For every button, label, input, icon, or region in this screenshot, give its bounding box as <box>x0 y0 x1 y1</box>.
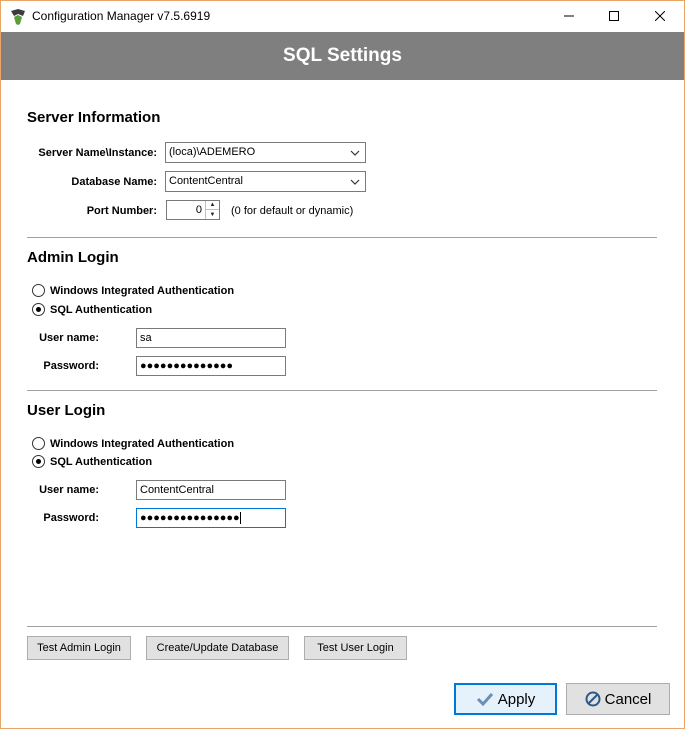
user-login-heading: User Login <box>27 402 106 419</box>
user-sql-auth-label: SQL Authentication <box>50 455 153 468</box>
section-divider <box>27 237 657 238</box>
title-bar[interactable]: Configuration Manager v7.5.6919 <box>1 1 684 32</box>
admin-username-label: User name: <box>39 332 99 344</box>
apply-button[interactable]: Apply <box>454 683 557 715</box>
port-number-value: 0 <box>195 204 202 216</box>
admin-password-label: Password: <box>43 360 99 372</box>
database-name-value: ContentCentral <box>169 175 243 187</box>
radio-circle-selected[interactable] <box>32 455 45 468</box>
user-windows-auth-radio[interactable]: Windows Integrated Authentication <box>32 437 234 450</box>
chevron-down-icon[interactable] <box>349 147 361 159</box>
port-number-stepper[interactable]: 0 ▲ ▼ <box>166 200 220 220</box>
minimize-icon <box>564 8 574 26</box>
server-information-heading: Server Information <box>27 109 161 126</box>
admin-password-field[interactable]: ●●●●●●●●●●●●●● <box>136 356 286 376</box>
create-update-database-button[interactable]: Create/Update Database <box>146 636 289 660</box>
radio-circle[interactable] <box>32 437 45 450</box>
user-password-label: Password: <box>43 512 99 524</box>
configuration-manager-window: Configuration Manager v7.5.6919 SQL Sett… <box>0 0 685 729</box>
admin-windows-auth-label: Windows Integrated Authentication <box>50 284 235 297</box>
close-button[interactable] <box>637 1 683 32</box>
close-icon <box>654 8 666 26</box>
user-username-field[interactable]: ContentCentral <box>136 480 286 500</box>
user-windows-auth-label: Windows Integrated Authentication <box>50 437 235 450</box>
minimize-button[interactable] <box>546 1 592 32</box>
radio-circle-selected[interactable] <box>32 303 45 316</box>
chevron-down-icon[interactable] <box>349 176 361 188</box>
stepper-down-icon[interactable]: ▼ <box>206 210 219 219</box>
page-title: SQL Settings <box>283 45 402 66</box>
page-header: SQL Settings <box>1 32 684 80</box>
port-number-label: Port Number: <box>86 205 157 217</box>
user-sql-auth-radio[interactable]: SQL Authentication <box>32 455 152 468</box>
server-name-value: (loca)\ADEMERO <box>169 146 256 158</box>
app-logo-icon <box>9 8 27 26</box>
stepper-up-icon[interactable]: ▲ <box>206 201 219 210</box>
admin-sql-auth-radio[interactable]: SQL Authentication <box>32 303 152 316</box>
maximize-icon <box>609 8 619 26</box>
apply-label: Apply <box>497 690 536 708</box>
server-name-combobox[interactable]: (loca)\ADEMERO <box>165 142 366 163</box>
user-username-value: ContentCentral <box>140 484 214 496</box>
maximize-button[interactable] <box>591 1 637 32</box>
cancel-button[interactable]: Cancel <box>566 683 670 715</box>
database-name-label: Database Name: <box>71 176 157 188</box>
user-password-mask: ●●●●●●●●●●●●●●● <box>140 512 240 524</box>
admin-username-field[interactable]: sa <box>136 328 286 348</box>
cancel-label: Cancel <box>604 690 652 708</box>
admin-login-heading: Admin Login <box>27 249 119 266</box>
section-divider <box>27 390 657 391</box>
user-username-label: User name: <box>39 484 99 496</box>
server-name-label: Server Name\Instance: <box>38 147 157 159</box>
test-admin-login-button[interactable]: Test Admin Login <box>27 636 131 660</box>
admin-sql-auth-label: SQL Authentication <box>50 303 153 316</box>
admin-windows-auth-radio[interactable]: Windows Integrated Authentication <box>32 284 234 297</box>
user-password-field[interactable]: ●●●●●●●●●●●●●●● <box>136 508 286 528</box>
window-title: Configuration Manager v7.5.6919 <box>32 9 211 23</box>
database-name-combobox[interactable]: ContentCentral <box>165 171 366 192</box>
admin-username-value: sa <box>140 332 152 344</box>
test-user-login-button[interactable]: Test User Login <box>304 636 407 660</box>
checkmark-icon <box>476 692 494 706</box>
admin-password-mask: ●●●●●●●●●●●●●● <box>140 360 234 372</box>
section-divider <box>27 626 657 627</box>
port-hint-text: (0 for default or dynamic) <box>231 205 354 217</box>
radio-circle[interactable] <box>32 284 45 297</box>
text-cursor <box>239 512 241 525</box>
port-stepper-buttons: ▲ ▼ <box>205 201 219 219</box>
prohibited-icon <box>585 691 601 707</box>
